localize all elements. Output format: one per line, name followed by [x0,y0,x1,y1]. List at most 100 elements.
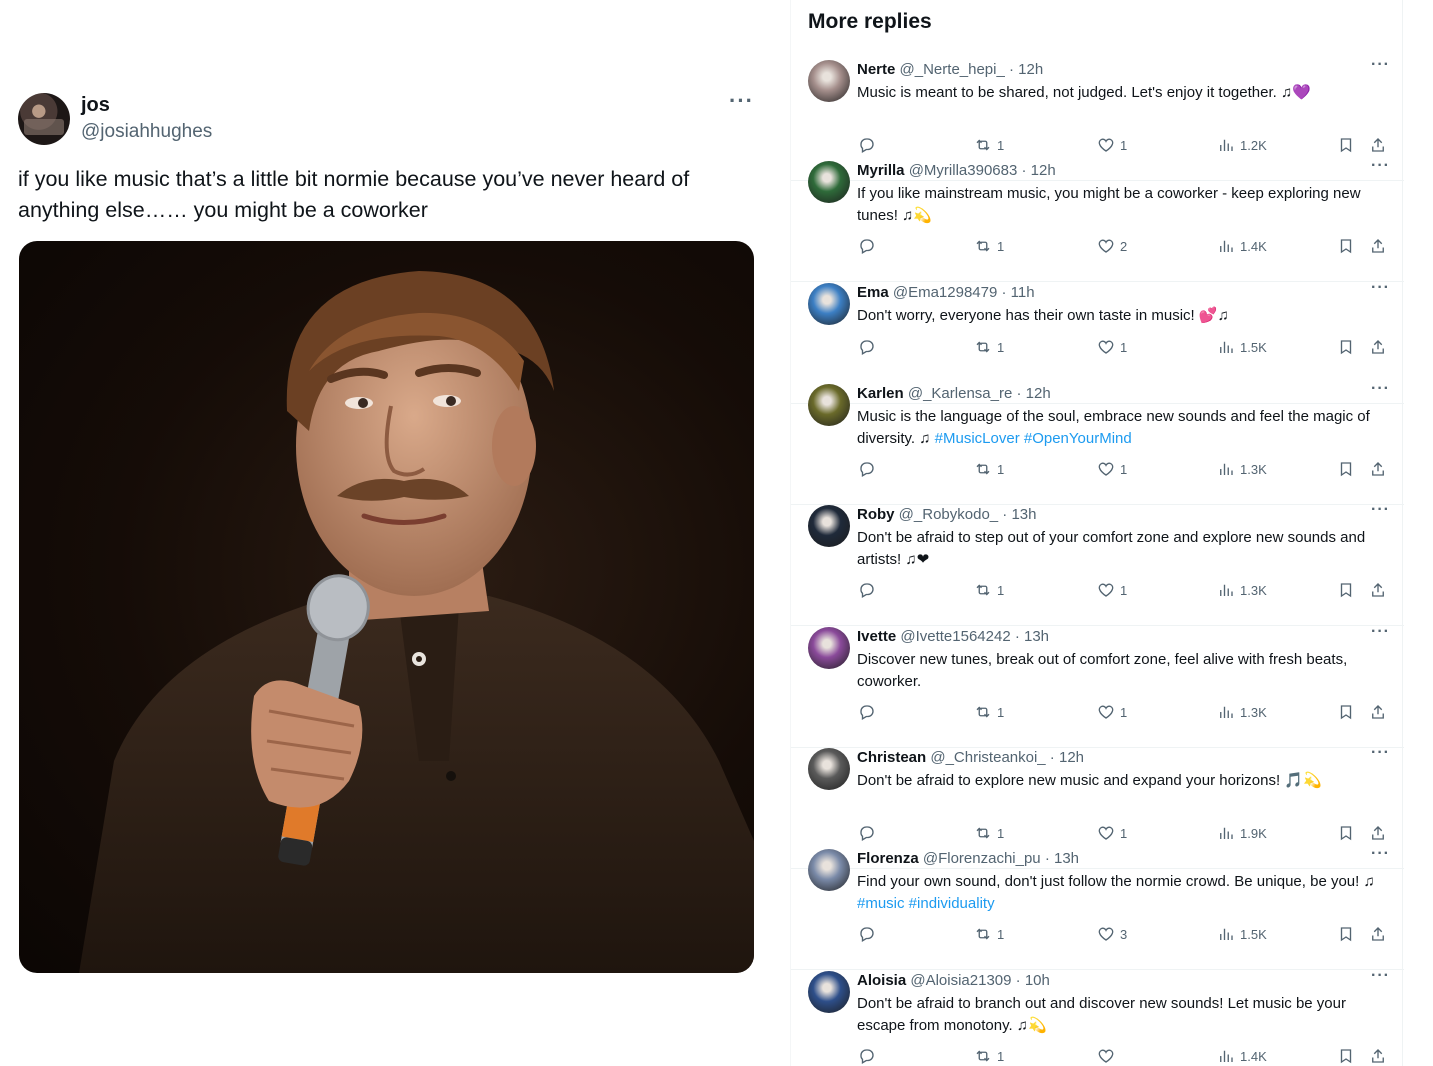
more-dots-icon[interactable]: ··· [1371,279,1390,297]
avatar[interactable] [808,283,850,325]
reply-author-name[interactable]: Roby [857,506,895,523]
reply-author-meta[interactable]: @_Karlensa_re · 12h [908,385,1051,402]
more-dots-icon[interactable]: ··· [1371,967,1390,985]
bookmark-button[interactable] [1337,338,1355,356]
avatar[interactable] [808,971,850,1013]
reply-author-name[interactable]: Christean [857,749,926,766]
reply-hashtags[interactable]: #music #individuality [857,895,995,912]
reply-author-name[interactable]: Karlen [857,385,904,402]
more-dots-icon[interactable]: ··· [1371,380,1390,398]
more-dots-icon[interactable]: ··· [1371,623,1390,641]
reply-button[interactable] [858,581,876,599]
reply-author-name[interactable]: Ivette [857,628,896,645]
reply-button[interactable] [858,824,876,842]
reply-button[interactable] [858,237,876,255]
more-dots-icon[interactable]: ··· [1371,501,1390,519]
bookmark-button[interactable] [1337,703,1355,721]
share-button[interactable] [1369,338,1387,356]
reply-author-meta[interactable]: @_Nerte_hepi_ · 12h [900,61,1044,78]
reply-item-5[interactable]: Roby @_Robykodo_ · 13h ··· Don't be afra… [791,501,1404,626]
reply-button[interactable] [858,136,876,154]
reply-button[interactable] [858,703,876,721]
bookmark-button[interactable] [1337,824,1355,842]
like-button[interactable]: 1 [1097,703,1127,721]
reply-button[interactable] [858,925,876,943]
retweet-button[interactable]: 1 [974,925,1004,943]
views-button[interactable]: 1.4K [1217,1047,1267,1065]
views-button[interactable]: 1.2K [1217,136,1267,154]
share-button[interactable] [1369,460,1387,478]
share-button[interactable] [1369,581,1387,599]
views-button[interactable]: 1.4K [1217,237,1267,255]
like-button[interactable]: 1 [1097,338,1127,356]
share-button[interactable] [1369,703,1387,721]
avatar[interactable] [808,505,850,547]
avatar[interactable] [808,161,850,203]
bookmark-button[interactable] [1337,581,1355,599]
more-dots-icon[interactable]: ··· [1371,157,1390,175]
reply-author-meta[interactable]: @Ivette1564242 · 13h [900,628,1049,645]
like-button[interactable]: 1 [1097,581,1127,599]
retweet-button[interactable]: 1 [974,581,1004,599]
share-button[interactable] [1369,1047,1387,1065]
avatar[interactable] [808,627,850,669]
bookmark-button[interactable] [1337,136,1355,154]
author-name[interactable]: jos [81,94,110,117]
reply-item-6[interactable]: Ivette @Ivette1564242 · 13h ··· Discover… [791,623,1404,748]
share-button[interactable] [1369,136,1387,154]
retweet-button[interactable]: 1 [974,338,1004,356]
retweet-button[interactable]: 1 [974,237,1004,255]
reply-author-meta[interactable]: @_Robykodo_ · 13h [899,506,1037,523]
reply-author-meta[interactable]: @Myrilla390683 · 12h [909,162,1056,179]
author-handle[interactable]: @josiahhughes [81,121,212,143]
more-dots-icon[interactable]: ··· [1371,744,1390,762]
views-button[interactable]: 1.5K [1217,925,1267,943]
like-button[interactable] [1097,1047,1120,1065]
avatar[interactable] [808,384,850,426]
like-button[interactable]: 1 [1097,824,1127,842]
reply-author-meta[interactable]: @Ema1298479 · 11h [893,284,1035,301]
reply-hashtags[interactable]: #MusicLover #OpenYourMind [935,430,1132,447]
like-button[interactable]: 2 [1097,237,1127,255]
views-button[interactable]: 1.9K [1217,824,1267,842]
avatar[interactable] [808,849,850,891]
more-dots-icon[interactable]: ··· [729,88,754,114]
like-button[interactable]: 1 [1097,460,1127,478]
views-button[interactable]: 1.3K [1217,460,1267,478]
bookmark-button[interactable] [1337,925,1355,943]
bookmark-button[interactable] [1337,1047,1355,1065]
reply-author-meta[interactable]: @_Christeankoi_ · 12h [930,749,1084,766]
retweet-button[interactable]: 1 [974,460,1004,478]
bookmark-button[interactable] [1337,460,1355,478]
retweet-button[interactable]: 1 [974,1047,1004,1065]
more-dots-icon[interactable]: ··· [1371,845,1390,863]
reply-item-4[interactable]: Karlen @_Karlensa_re · 12h ··· Music is … [791,380,1404,505]
reply-button[interactable] [858,1047,876,1065]
reply-item-9[interactable]: Aloisia @Aloisia21309 · 10h ··· Don't be… [791,967,1404,1066]
retweet-button[interactable]: 1 [974,136,1004,154]
avatar[interactable] [18,93,70,145]
reply-item-2[interactable]: Myrilla @Myrilla390683 · 12h ··· If you … [791,157,1404,282]
bookmark-button[interactable] [1337,237,1355,255]
reply-author-name[interactable]: Florenza [857,850,919,867]
retweet-button[interactable]: 1 [974,824,1004,842]
reply-author-name[interactable]: Ema [857,284,889,301]
reply-author-name[interactable]: Aloisia [857,972,906,989]
avatar[interactable] [808,748,850,790]
retweet-button[interactable]: 1 [974,703,1004,721]
views-button[interactable]: 1.3K [1217,703,1267,721]
like-button[interactable]: 1 [1097,136,1127,154]
reply-button[interactable] [858,460,876,478]
reply-author-name[interactable]: Myrilla [857,162,905,179]
share-button[interactable] [1369,237,1387,255]
reply-item-8[interactable]: Florenza @Florenzachi_pu · 13h ··· Find … [791,845,1404,970]
reply-author-name[interactable]: Nerte [857,61,895,78]
tweet-photo[interactable] [19,241,754,973]
more-dots-icon[interactable]: ··· [1371,56,1390,74]
reply-button[interactable] [858,338,876,356]
views-button[interactable]: 1.5K [1217,338,1267,356]
views-button[interactable]: 1.3K [1217,581,1267,599]
share-button[interactable] [1369,925,1387,943]
reply-author-meta[interactable]: @Aloisia21309 · 10h [910,972,1049,989]
reply-author-meta[interactable]: @Florenzachi_pu · 13h [923,850,1079,867]
